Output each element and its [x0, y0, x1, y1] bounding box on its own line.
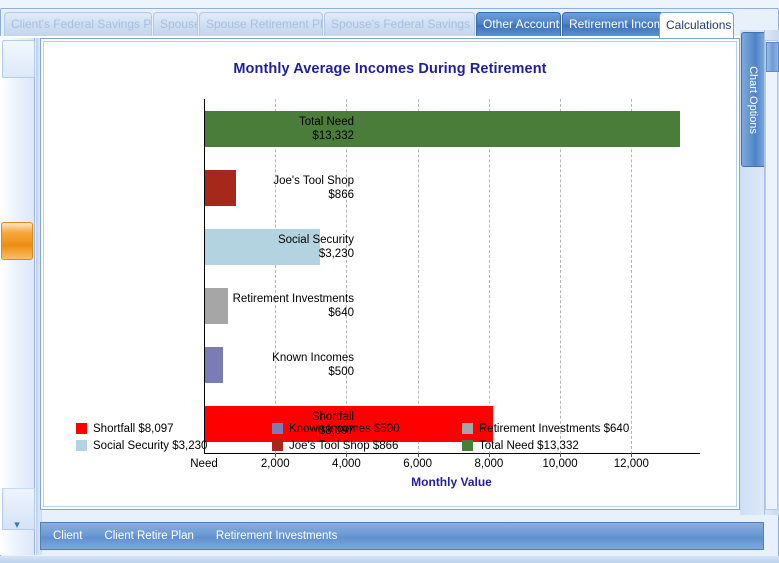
tab-retirement-income[interactable]: Retirement Income: [562, 12, 664, 36]
y-axis-label-group: Total Need$13,332: [202, 115, 354, 143]
legend-item: Shortfall $8,097: [76, 423, 272, 435]
y-axis-value-label: $640: [202, 306, 354, 320]
gridline: [560, 99, 561, 454]
chart-options-tab-label: Chart Options: [747, 66, 759, 134]
y-axis-category-label: Joe's Tool Shop: [202, 174, 354, 188]
y-axis-value-label: $13,332: [202, 129, 354, 143]
status-link-client[interactable]: Client: [53, 530, 82, 542]
legend-color-swatch: [462, 423, 473, 434]
x-axis-tick-label: 4,000: [332, 458, 361, 470]
tab-calculations[interactable]: Calculations: [659, 12, 734, 38]
legend-label: Total Need $13,332: [479, 440, 579, 452]
gridline: [275, 99, 276, 454]
chart-legend: Shortfall $8,097 Known Incomes $500 Retire…: [76, 420, 656, 454]
status-link-retirement-investments[interactable]: Retirement Investments: [216, 530, 337, 542]
tab-spouse-retirement-plan: Spouse Retirement Plan: [199, 12, 323, 36]
x-axis-title: Monthly Value: [204, 475, 699, 489]
legend-color-swatch: [76, 423, 87, 434]
y-axis-line: [204, 99, 205, 454]
vertical-scrollbar[interactable]: [765, 40, 778, 510]
status-bar: Client Client Retire Plan Retirement Inves…: [40, 522, 764, 550]
gridline: [346, 99, 347, 454]
application-window: Client's Federal Savings PlanSpouseSpous…: [0, 0, 779, 563]
x-axis-tick-label: 8,000: [475, 458, 504, 470]
tab-strip: Client's Federal Savings PlanSpouseSpous…: [0, 12, 779, 38]
legend-color-swatch: [272, 423, 283, 434]
legend-label: Social Security $3,230: [93, 440, 207, 452]
y-axis-category-label: Total Need: [202, 115, 354, 129]
y-axis-value-label: $866: [202, 188, 354, 202]
y-axis-value-label: $500: [202, 365, 354, 379]
rail-selected-item[interactable]: [1, 222, 33, 260]
tab-spouse: Spouse: [153, 12, 198, 36]
tab-other-accounts[interactable]: Other Accounts: [476, 12, 561, 36]
y-axis-category-label: Retirement Investments: [202, 292, 354, 306]
y-axis-label-group: Joe's Tool Shop$866: [202, 174, 354, 202]
chevron-down-icon[interactable]: ▾: [10, 520, 24, 530]
window-bottom-edge: [0, 556, 779, 563]
y-axis-category-label: Known Incomes: [202, 351, 354, 365]
chart-options-tab[interactable]: Chart Options: [741, 32, 765, 167]
tab-spouse-s-federal-savings-plan: Spouse's Federal Savings Plan: [324, 12, 475, 36]
gridline: [489, 99, 490, 454]
legend-item: Social Security $3,230: [76, 440, 272, 452]
y-axis-label-group: Social Security$3,230: [202, 233, 354, 261]
vertical-scrollbar-thumb[interactable]: [766, 42, 779, 72]
plot-area: Monthly Value Need2,0004,0006,0008,00010…: [204, 99, 699, 454]
left-navigation-rail: [0, 38, 35, 555]
y-axis-value-label: $3,230: [202, 247, 354, 261]
gridline: [418, 99, 419, 454]
tab-client-s-federal-savings-plan: Client's Federal Savings Plan: [4, 12, 152, 36]
y-axis-label-group: Retirement Investments$640: [202, 292, 354, 320]
x-axis-tick-label: 2,000: [261, 458, 290, 470]
gridline: [631, 99, 632, 454]
chart-title: Monthly Average Incomes During Retiremen…: [45, 61, 735, 77]
legend-item: Total Need $13,332: [462, 440, 656, 452]
legend-item: Joe's Tool Shop $866: [272, 440, 462, 452]
y-axis-category-label: Social Security: [202, 233, 354, 247]
x-axis-tick-label: 10,000: [543, 458, 578, 470]
legend-color-swatch: [272, 440, 283, 451]
legend-color-swatch: [462, 440, 473, 451]
legend-item: Retirement Investments $640: [462, 423, 656, 435]
x-axis-tick-label: 6,000: [403, 458, 432, 470]
x-axis-tick-label: 12,000: [614, 458, 649, 470]
legend-label: Known Incomes $500: [289, 423, 400, 435]
legend-label: Joe's Tool Shop $866: [289, 440, 398, 452]
status-link-client-retire-plan[interactable]: Client Retire Plan: [104, 530, 193, 542]
x-axis-tick-label: Need: [190, 458, 218, 470]
y-axis-label-group: Known Incomes$500: [202, 351, 354, 379]
legend-label: Shortfall $8,097: [93, 423, 174, 435]
rail-top-panel[interactable]: [2, 40, 35, 78]
legend-label: Retirement Investments $640: [479, 423, 629, 435]
legend-color-swatch: [76, 440, 87, 451]
legend-item: Known Incomes $500: [272, 423, 462, 435]
